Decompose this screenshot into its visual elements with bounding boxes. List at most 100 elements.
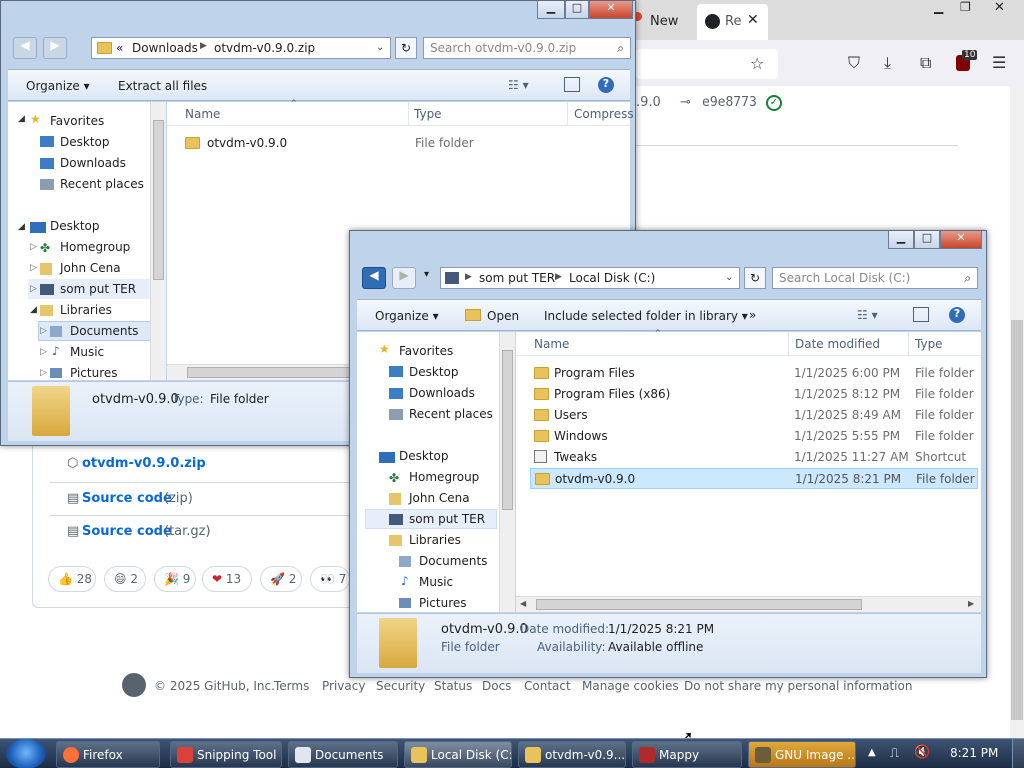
file-row[interactable]: otvdm-v0.9.0 File folder <box>177 133 630 154</box>
commit-hash[interactable]: e9e8773 <box>702 95 757 110</box>
nav-item-computer[interactable]: som put TER <box>409 512 485 526</box>
restore-icon[interactable]: ❐ <box>960 0 971 14</box>
show-desktop-button[interactable] <box>1012 739 1024 768</box>
nav-item-libraries[interactable]: Libraries <box>60 303 112 317</box>
nav-item-pictures[interactable]: Pictures <box>419 596 467 610</box>
maximize-button[interactable]: □ <box>565 1 589 19</box>
reaction-button[interactable]: 👀 7 <box>310 566 350 592</box>
nav-scrollbar-thumb[interactable] <box>153 120 164 280</box>
search-input[interactable]: Search Local Disk (C:) ⌕ <box>772 267 978 289</box>
downloads-icon[interactable]: ⤓ <box>884 53 891 73</box>
bookmark-star-icon[interactable]: ☆ <box>750 54 764 73</box>
asset-row[interactable]: ⬡ otvdm-v0.9.0.zip <box>50 448 350 482</box>
collapse-arrow-icon[interactable]: ▷ <box>30 263 37 273</box>
pocket-icon[interactable]: ⛉ <box>848 53 860 73</box>
organize-button[interactable]: Organize ▾ <box>375 309 439 323</box>
file-row-selected[interactable]: otvdm-v0.9.0 1/1/2025 8:21 PM File folde… <box>530 468 978 489</box>
tab-active[interactable]: Re ✕ <box>697 4 768 40</box>
back-button[interactable]: ◀ <box>362 267 386 289</box>
recent-pages-icon[interactable]: ▾ <box>424 269 429 280</box>
nav-item-homegroup[interactable]: Homegroup <box>60 240 130 254</box>
nav-item-downloads[interactable]: Downloads <box>60 156 126 170</box>
nav-desktop[interactable]: Desktop <box>50 219 100 233</box>
column-name[interactable]: Name <box>185 107 220 121</box>
horizontal-scrollbar[interactable]: ◀ ▶ <box>516 596 981 612</box>
scroll-right-icon[interactable]: ▶ <box>968 599 974 608</box>
nav-item-documents[interactable]: Documents <box>419 554 487 568</box>
expand-arrow-icon[interactable]: ◢ <box>30 305 37 315</box>
nav-item-libraries[interactable]: Libraries <box>409 533 461 547</box>
minimize-icon[interactable]: ▁ <box>934 0 943 14</box>
breadcrumb-item[interactable]: otvdm-v0.9.0.zip <box>214 41 315 55</box>
footer-link[interactable]: Security <box>376 679 425 693</box>
collapse-arrow-icon[interactable]: ▷ <box>30 284 37 294</box>
refresh-icon[interactable]: ↻ <box>744 267 766 289</box>
nav-desktop[interactable]: Desktop <box>399 449 449 463</box>
reaction-button[interactable]: 🎉 9 <box>154 566 196 592</box>
tray-overflow-icon[interactable]: ▲ <box>868 747 876 758</box>
start-button[interactable] <box>6 739 46 768</box>
github-logo-icon[interactable] <box>122 673 146 697</box>
nav-item-homegroup[interactable]: Homegroup <box>409 470 479 484</box>
clock[interactable]: 8:21 PM <box>950 746 998 760</box>
more-commands-button[interactable]: » <box>749 308 756 322</box>
minimize-button[interactable]: ▁ <box>888 231 914 249</box>
help-icon[interactable]: ? <box>598 77 614 93</box>
nav-favorites[interactable]: Favorites <box>50 114 104 128</box>
column-divider[interactable] <box>567 102 568 126</box>
footer-link[interactable]: Status <box>434 679 472 693</box>
nav-scrollbar[interactable] <box>499 332 515 612</box>
address-bar[interactable]: ▶ som put TER ▶ Local Disk (C:) ⌄ <box>440 267 740 289</box>
footer-link[interactable]: Do not share my personal information <box>684 679 912 693</box>
close-button[interactable]: ✕ <box>940 231 982 249</box>
footer-link[interactable]: Docs <box>482 679 511 693</box>
nav-item-desktop[interactable]: Desktop <box>409 365 459 379</box>
column-type[interactable]: Type <box>915 337 943 351</box>
taskbar-item-mappy[interactable]: Mappy <box>632 741 742 768</box>
breadcrumb-arrow-icon[interactable]: ▶ <box>555 272 562 282</box>
url-bar[interactable]: ☆ <box>636 49 778 79</box>
address-bar[interactable]: « Downloads ▶ otvdm-v0.9.0.zip ⌄ <box>91 37 391 59</box>
collapse-arrow-icon[interactable]: ▷ <box>40 368 47 378</box>
search-input[interactable]: Search otvdm-v0.9.0.zip ⌕ <box>423 37 631 59</box>
taskbar-item-gimp[interactable]: GNU Image ... <box>748 741 856 768</box>
nav-item-computer[interactable]: som put TER <box>60 282 136 296</box>
file-row[interactable]: Program Files (x86) 1/1/2025 8:12 PM Fil… <box>526 384 981 405</box>
nav-favorites[interactable]: Favorites <box>399 344 453 358</box>
column-divider[interactable] <box>908 332 909 356</box>
breadcrumb-arrow-icon[interactable]: ▶ <box>465 272 472 282</box>
breadcrumb-overflow[interactable]: « <box>116 41 123 55</box>
scroll-left-icon[interactable]: ◀ <box>520 599 526 608</box>
column-type[interactable]: Type <box>414 107 442 121</box>
footer-link[interactable]: Privacy <box>322 679 365 693</box>
collapse-arrow-icon[interactable]: ▷ <box>40 347 47 357</box>
taskbar-item-local-disk[interactable]: Local Disk (C:) <box>404 741 512 768</box>
network-icon[interactable]: ⎍ <box>890 746 899 761</box>
extensions-icon[interactable]: ⧉ <box>920 53 931 73</box>
breadcrumb-item[interactable]: Downloads <box>132 41 198 55</box>
footer-link[interactable]: Terms <box>274 679 309 693</box>
column-date[interactable]: Date modified <box>795 337 880 351</box>
nav-item-music[interactable]: Music <box>70 345 104 359</box>
close-icon[interactable]: ✕ <box>994 0 1005 15</box>
forward-button[interactable]: ▶ <box>392 267 416 289</box>
preview-pane-icon[interactable] <box>564 77 580 92</box>
nav-item-desktop[interactable]: Desktop <box>60 135 110 149</box>
asset-name[interactable]: Source code <box>82 524 172 539</box>
taskbar-item-firefox[interactable]: Firefox <box>56 741 160 768</box>
refresh-icon[interactable]: ↻ <box>395 37 417 59</box>
nav-scrollbar-thumb[interactable] <box>502 350 513 510</box>
expand-arrow-icon[interactable]: ◢ <box>18 114 25 124</box>
nav-item-documents[interactable]: Documents <box>70 324 138 338</box>
reaction-button[interactable]: 🚀 2 <box>260 566 302 592</box>
file-row[interactable]: Windows 1/1/2025 5:55 PM File folder <box>526 426 981 447</box>
volume-muted-icon[interactable]: 🔇 <box>914 745 930 760</box>
breadcrumb-arrow-icon[interactable]: ▶ <box>200 41 207 51</box>
view-options-icon[interactable]: ☷ ▾ <box>508 78 529 92</box>
asset-name[interactable]: Source code <box>82 491 172 506</box>
minimize-button[interactable]: ▁ <box>537 1 565 19</box>
reaction-button[interactable]: ❤ 13 <box>202 566 252 592</box>
nav-item-music[interactable]: Music <box>419 575 453 589</box>
breadcrumb-item[interactable]: som put TER <box>479 271 555 285</box>
help-icon[interactable]: ? <box>949 307 965 323</box>
